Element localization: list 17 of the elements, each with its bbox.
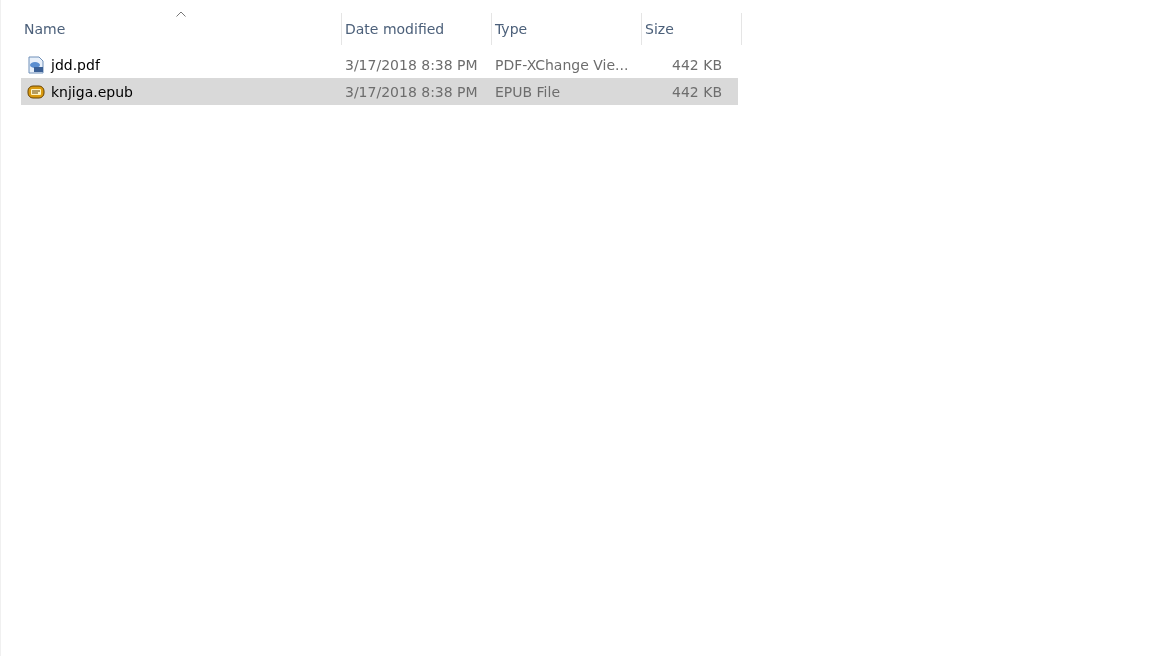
file-name: knjiga.epub (51, 83, 133, 100)
column-header[interactable]: Date modified (342, 13, 492, 45)
file-row[interactable]: jdd.pdf 3/17/2018 8:38 PM PDF-XChange Vie... 442 KB (21, 51, 738, 78)
date-cell-text: 3/17/2018 8:38 PM (344, 56, 479, 73)
file-name: jdd.pdf (51, 56, 100, 73)
document-icon (27, 55, 45, 74)
column-header[interactable]: Size (642, 13, 742, 45)
column-header[interactable]: Type (492, 13, 642, 45)
type-cell-text: EPUB File (494, 83, 562, 100)
file-row[interactable]: knjiga.epub 3/17/2018 8:38 PM EPUB File 442 KB (21, 78, 738, 105)
book-icon (27, 83, 45, 100)
size-cell-text: 442 KB (671, 83, 723, 100)
type-cell-text: PDF-XChange Vie... (494, 56, 630, 73)
sort-caret-icon (176, 11, 186, 17)
date-cell-text: 3/17/2018 8:38 PM (344, 83, 479, 100)
column-header[interactable]: Name (21, 13, 342, 45)
size-cell-text: 442 KB (671, 56, 723, 73)
